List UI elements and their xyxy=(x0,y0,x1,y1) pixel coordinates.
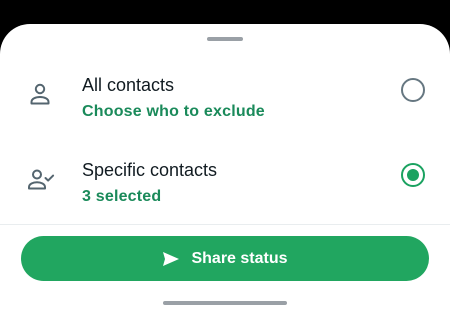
person-check-icon xyxy=(28,169,55,190)
radio-specific-contacts[interactable] xyxy=(401,163,425,187)
radio-all-contacts[interactable] xyxy=(401,78,425,102)
radio-selected-dot xyxy=(407,169,419,181)
share-status-button[interactable]: Share status xyxy=(21,236,429,281)
divider xyxy=(0,224,450,225)
bottom-sheet: All contacts Choose who to exclude Speci… xyxy=(0,24,450,318)
option-title: Specific contacts xyxy=(82,160,218,180)
home-indicator[interactable] xyxy=(163,301,287,305)
person-icon xyxy=(30,83,50,105)
option-subtitle-link[interactable]: 3 selected xyxy=(82,187,161,207)
drag-handle[interactable] xyxy=(207,37,243,41)
option-all-contacts[interactable]: All contacts Choose who to exclude xyxy=(0,60,450,130)
send-icon xyxy=(163,251,180,266)
option-specific-contacts[interactable]: Specific contacts 3 selected xyxy=(0,145,450,215)
option-title: All contacts xyxy=(82,75,175,95)
share-status-label: Share status xyxy=(191,249,288,267)
option-subtitle-link[interactable]: Choose who to exclude xyxy=(82,102,265,122)
